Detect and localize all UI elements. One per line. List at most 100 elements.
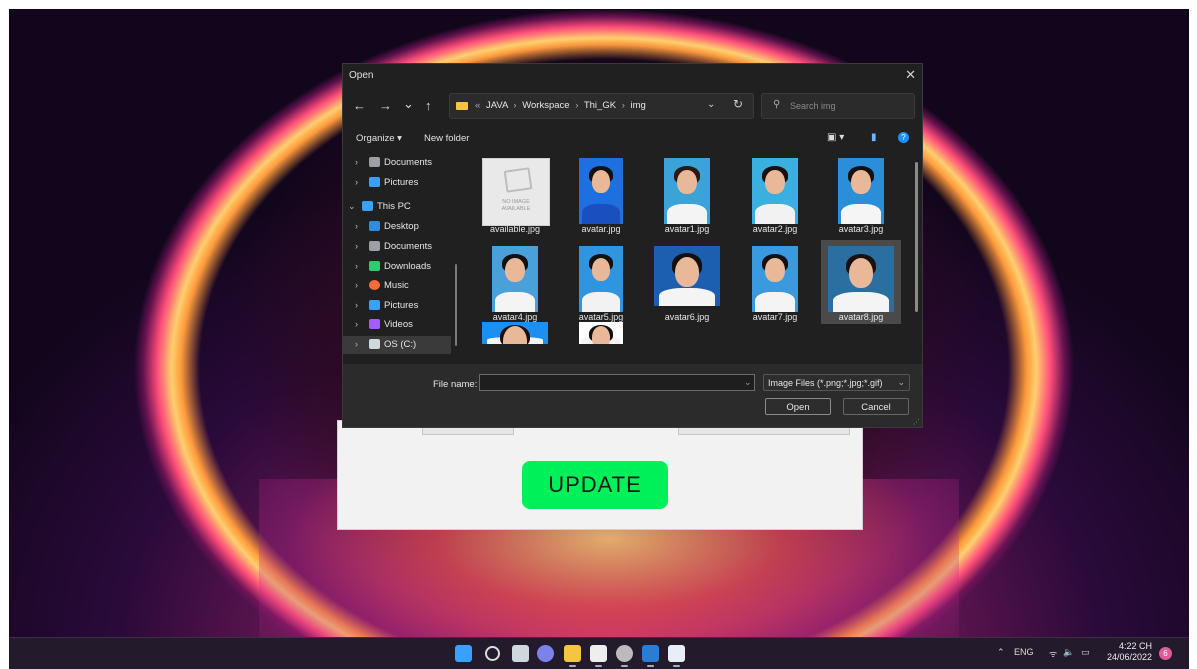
sidebar-item-os-c[interactable]: › OS (C:) (343, 336, 451, 354)
portrait-face (591, 325, 611, 344)
change-view-icon[interactable]: ▣ ▾ (827, 132, 844, 143)
file-item[interactable]: avatar3.jpg (821, 152, 901, 236)
sidebar-item-label: Music (384, 280, 409, 291)
close-icon[interactable]: ✕ (905, 67, 916, 83)
battery-icon[interactable]: ▭ (1081, 647, 1090, 658)
open-dialog: Open ✕ ← → ⌄ ↑ « JAVA › Workspace › Thi_… (342, 63, 923, 428)
refresh-icon[interactable]: ↻ (733, 97, 743, 111)
preview-pane-icon[interactable]: ▮ (871, 132, 877, 143)
portrait-shoulders (755, 292, 795, 312)
file-item[interactable]: avatar6.jpg (647, 240, 727, 324)
portrait-face (765, 257, 785, 283)
breadcrumb-img[interactable]: img (631, 100, 646, 111)
sidebar-item-pictures[interactable]: › Pictures (343, 297, 451, 315)
file-name-dropdown-icon[interactable]: ⌄ (744, 377, 752, 388)
chevron-right-icon[interactable]: › (355, 177, 358, 187)
java-icon[interactable] (668, 645, 685, 667)
cancel-button[interactable]: Cancel (843, 398, 909, 415)
portrait-shoulders (832, 292, 890, 312)
search-icon[interactable] (485, 646, 500, 661)
file-item[interactable]: avatar5.jpg (561, 240, 641, 324)
chevron-right-icon[interactable]: › (355, 339, 358, 349)
file-item[interactable]: avatar8.jpg (821, 240, 901, 324)
file-name-input[interactable] (479, 374, 755, 391)
file-item[interactable]: avatar1.jpg (647, 152, 727, 236)
breadcrumb-workspace[interactable]: Workspace (522, 100, 569, 111)
chevron-right-icon[interactable]: › (355, 300, 358, 310)
sidebar-item-music[interactable]: › Music (343, 277, 451, 295)
navigation-pane-scrollbar[interactable] (455, 264, 457, 346)
running-indicator (647, 665, 654, 667)
chevron-right-icon[interactable]: › (355, 157, 358, 167)
notepad-icon[interactable] (590, 645, 607, 667)
chevron-right-icon[interactable]: › (355, 221, 358, 231)
volume-icon[interactable]: 🔈 (1063, 647, 1074, 658)
windows-start-icon[interactable] (455, 645, 472, 662)
file-item[interactable]: avatar2.jpg (735, 152, 815, 236)
chevron-down-icon[interactable]: ⌄ (348, 201, 356, 212)
help-icon[interactable]: ? (898, 132, 909, 143)
chevron-right-icon[interactable]: › (355, 280, 358, 290)
back-arrow-icon[interactable]: ← (353, 98, 366, 113)
clock[interactable]: 4:22 CH 24/06/2022 (1096, 641, 1152, 663)
documents-icon (369, 241, 380, 251)
photo-thumbnail (752, 158, 798, 224)
search-input[interactable] (788, 98, 912, 114)
organize-menu[interactable]: Organize ▾ (356, 133, 402, 144)
navigation-bar: ← → ⌄ ↑ « JAVA › Workspace › Thi_GK › im… (343, 92, 922, 120)
sidebar-item-this-pc[interactable]: ⌄ This PC (343, 198, 451, 216)
update-button[interactable]: UPDATE (522, 461, 668, 509)
recent-locations-chevron-icon[interactable]: ⌄ (403, 96, 414, 112)
resize-grip-icon[interactable]: ⋰ (913, 418, 920, 426)
notification-badge[interactable]: 6 (1159, 647, 1172, 660)
up-arrow-icon[interactable]: ↑ (425, 98, 432, 113)
forward-arrow-icon[interactable]: → (379, 98, 392, 113)
address-dropdown-icon[interactable]: ⌄ (707, 99, 715, 110)
sidebar-item-label: Downloads (384, 261, 431, 272)
file-item[interactable]: NO IMAGE AVAILABLE available.jpg (475, 152, 555, 236)
sidebar-item-documents[interactable]: › Documents (343, 238, 451, 256)
wifi-icon[interactable]: ᯤ (1049, 647, 1057, 660)
address-bar[interactable]: « JAVA › Workspace › Thi_GK › img ⌄ ↻ (449, 93, 754, 119)
search-box[interactable]: ⚲ (761, 93, 915, 119)
file-name-label: File name: (433, 379, 478, 390)
clock-date: 24/06/2022 (1106, 652, 1152, 662)
show-hidden-icons-chevron-icon[interactable]: ⌃ (997, 647, 1005, 658)
open-button[interactable]: Open (765, 398, 831, 415)
no-image-text: NO IMAGE AVAILABLE (501, 199, 531, 212)
file-type-select[interactable]: Image Files (*.png;*.jpg;*.gif) ⌄ (763, 374, 910, 391)
file-name: avatar.jpg (581, 224, 621, 234)
settings-icon[interactable] (616, 645, 633, 667)
sidebar-item-documents[interactable]: › Documents (343, 154, 451, 172)
file-name: avatar7.jpg (752, 312, 798, 322)
file-item[interactable] (475, 316, 555, 364)
photo-thumbnail (482, 322, 548, 344)
word-icon[interactable] (642, 645, 659, 667)
language-indicator[interactable]: ENG (1014, 647, 1034, 657)
file-item[interactable]: avatar.jpg (561, 152, 641, 236)
computer-icon (362, 201, 373, 211)
photo-thumbnail (579, 158, 623, 224)
breadcrumb-java[interactable]: JAVA (486, 100, 508, 111)
new-folder-button[interactable]: New folder (424, 133, 469, 144)
file-item[interactable] (561, 316, 641, 364)
search-icon: ⚲ (773, 99, 781, 110)
chat-icon[interactable] (537, 645, 554, 662)
sidebar-item-desktop[interactable]: › Desktop (343, 218, 451, 236)
pictures-icon (369, 177, 380, 187)
file-item[interactable]: avatar7.jpg (735, 240, 815, 324)
title-bar[interactable]: Open ✕ (343, 64, 922, 86)
chevron-right-icon[interactable]: › (355, 261, 358, 271)
file-explorer-icon[interactable] (564, 645, 581, 667)
no-image-thumbnail: NO IMAGE AVAILABLE (482, 158, 550, 226)
task-view-icon[interactable] (512, 645, 529, 662)
chevron-right-icon[interactable]: › (355, 241, 358, 251)
sidebar-item-downloads[interactable]: › Downloads (343, 258, 451, 276)
sidebar-item-pictures[interactable]: › Pictures (343, 174, 451, 192)
chevron-right-icon[interactable]: › (355, 319, 358, 329)
sidebar-item-videos[interactable]: › Videos (343, 316, 451, 334)
file-item[interactable]: avatar4.jpg (475, 240, 555, 324)
file-list-scrollbar[interactable] (915, 162, 918, 312)
file-name: avatar2.jpg (752, 224, 798, 234)
breadcrumb-thi-gk[interactable]: Thi_GK (584, 100, 616, 111)
